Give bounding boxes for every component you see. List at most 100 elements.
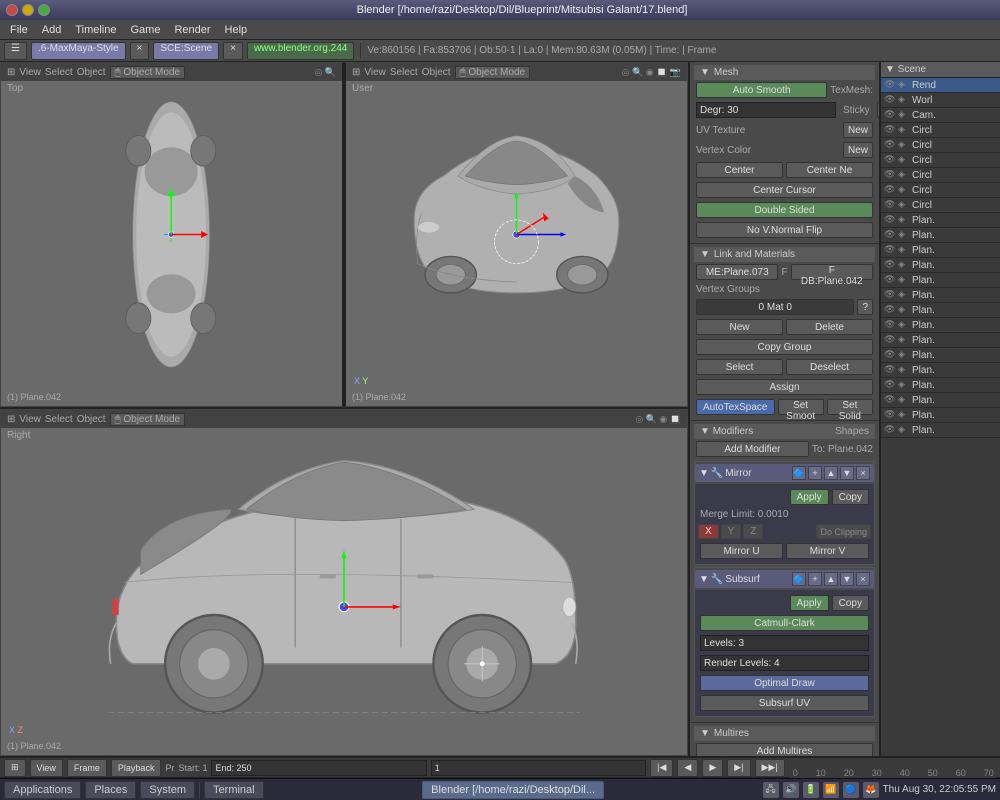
viewport-bottom[interactable]: ⊞ View Select Object 🖱 Object Mode ◎ 🔍 ◉… (0, 409, 688, 756)
obj-list-item-17[interactable]: 👁 ◈ Plan. (881, 333, 1000, 348)
obj-list-item-4[interactable]: 👁 ◈ Circl (881, 138, 1000, 153)
obj-eye-icon[interactable]: 👁 (884, 319, 896, 331)
viewport-top-left[interactable]: ⊞ View Select Object 🖱 Object Mode ◎ 🔍 T… (0, 62, 344, 407)
timeline-next-btn[interactable]: ▶| (727, 759, 750, 777)
obj-eye-icon[interactable]: 👁 (884, 169, 896, 181)
obj-eye-icon[interactable]: 👁 (884, 289, 896, 301)
obj-list-item-2[interactable]: 👁 ◈ Cam. (881, 108, 1000, 123)
maximize-button[interactable] (38, 4, 50, 16)
timeline-skip-start-btn[interactable]: |◀ (650, 759, 673, 777)
obj-list-item-8[interactable]: 👁 ◈ Circl (881, 198, 1000, 213)
add-multires-btn[interactable]: Add Multires (696, 743, 873, 756)
timeline-end-input[interactable] (211, 760, 426, 776)
obj-list-item-21[interactable]: 👁 ◈ Plan. (881, 393, 1000, 408)
system-menu[interactable]: System (140, 781, 195, 799)
obj-eye-icon[interactable]: 👁 (884, 139, 896, 151)
timeline-icon[interactable]: ⊞ (4, 759, 26, 777)
obj-eye-icon[interactable]: 👁 (884, 394, 896, 406)
subsurf-btn2[interactable]: + (808, 572, 822, 586)
vp-object-btn3[interactable]: Object (77, 414, 106, 425)
mirror-copy-btn[interactable]: Copy (832, 489, 869, 505)
subsurf-btn4[interactable]: ▼ (840, 572, 854, 586)
minimize-button[interactable] (22, 4, 34, 16)
vp-select-btn3[interactable]: Select (45, 414, 73, 425)
obj-eye-icon[interactable]: 👁 (884, 154, 896, 166)
catmull-btn[interactable]: Catmull-Clark (700, 615, 869, 631)
obj-list-item-5[interactable]: 👁 ◈ Circl (881, 153, 1000, 168)
obj-eye-icon[interactable]: 👁 (884, 124, 896, 136)
assign-btn[interactable]: Assign (696, 379, 873, 395)
obj-list-item-11[interactable]: 👁 ◈ Plan. (881, 243, 1000, 258)
me-plane-btn[interactable]: ME:Plane.073 (696, 264, 778, 280)
subsurf-btn1[interactable]: 🔷 (792, 572, 806, 586)
obj-eye-icon[interactable]: 👁 (884, 304, 896, 316)
scene-selector[interactable]: SCE:Scene (153, 42, 219, 60)
obj-eye-icon[interactable]: 👁 (884, 409, 896, 421)
obj-eye-icon[interactable]: 👁 (884, 349, 896, 361)
obj-eye-icon[interactable]: 👁 (884, 79, 896, 91)
mirror-btn3[interactable]: ▲ (824, 466, 838, 480)
menu-render[interactable]: Render (168, 23, 216, 37)
obj-eye-icon[interactable]: 👁 (884, 94, 896, 106)
obj-list-item-14[interactable]: 👁 ◈ Plan. (881, 288, 1000, 303)
menu-help[interactable]: Help (219, 23, 254, 37)
obj-list-item-3[interactable]: 👁 ◈ Circl (881, 123, 1000, 138)
do-clipping-btn[interactable]: Do Clipping (816, 524, 871, 539)
obj-eye-icon[interactable]: 👁 (884, 274, 896, 286)
vp-select-btn2[interactable]: Select (390, 67, 418, 78)
vp-object-btn[interactable]: Object (77, 67, 106, 78)
obj-list-item-1[interactable]: 👁 ◈ Worl (881, 93, 1000, 108)
menu-file[interactable]: File (4, 23, 34, 37)
obj-list-item-19[interactable]: 👁 ◈ Plan. (881, 363, 1000, 378)
vp-mode-selector3[interactable]: 🖱 Object Mode (110, 413, 185, 426)
mirror-btn4[interactable]: ▼ (840, 466, 854, 480)
optimal-draw-btn[interactable]: Optimal Draw (700, 675, 869, 691)
obj-eye-icon[interactable]: 👁 (884, 199, 896, 211)
obj-list-item-0[interactable]: 👁 ◈ Rend (881, 78, 1000, 93)
blender-taskbar-btn[interactable]: Blender [/home/razi/Desktop/Dil... (422, 781, 604, 799)
vc-new-btn[interactable]: New (843, 142, 873, 158)
subsurf-close-btn[interactable]: × (856, 572, 870, 586)
mirror-btn2[interactable]: + (808, 466, 822, 480)
menu-add[interactable]: Add (36, 23, 68, 37)
applications-menu[interactable]: Applications (4, 781, 81, 799)
timeline-view-btn[interactable]: View (30, 759, 63, 777)
viewport-top-right[interactable]: ⊞ View Select Object 🖱 Object Mode ◎ 🔍 ◉… (344, 62, 688, 407)
mirror-u-btn[interactable]: Mirror U (700, 543, 783, 559)
timeline-prev-btn[interactable]: ◀ (677, 759, 698, 777)
multires-header[interactable]: ▼ Multires (694, 726, 875, 741)
timeline-play-btn[interactable]: ▶ (702, 759, 723, 777)
obj-eye-icon[interactable]: 👁 (884, 229, 896, 241)
places-menu[interactable]: Places (85, 781, 136, 799)
obj-list-item-23[interactable]: 👁 ◈ Plan. (881, 423, 1000, 438)
timeline-playback-btn[interactable]: Playback (111, 759, 162, 777)
timeline-current-input[interactable] (431, 760, 646, 776)
terminal-btn[interactable]: Terminal (204, 781, 264, 799)
render-levels-input[interactable] (700, 655, 869, 671)
autotex-btn[interactable]: AutoTexSpace (696, 399, 775, 415)
close-style[interactable]: × (130, 42, 150, 60)
copy-group-btn[interactable]: Copy Group (696, 339, 873, 355)
obj-list-item-10[interactable]: 👁 ◈ Plan. (881, 228, 1000, 243)
set-solid-btn[interactable]: Set Solid (827, 399, 873, 415)
obj-eye-icon[interactable]: 👁 (884, 244, 896, 256)
vp-view-btn3[interactable]: View (19, 414, 41, 425)
obj-eye-icon[interactable]: 👁 (884, 334, 896, 346)
deg-input[interactable] (696, 102, 836, 118)
obj-list-item-18[interactable]: 👁 ◈ Plan. (881, 348, 1000, 363)
menu-timeline[interactable]: Timeline (69, 23, 122, 37)
style-selector[interactable]: .6-MaxMaya-Style (31, 42, 126, 60)
subsurf-apply-btn[interactable]: Apply (790, 595, 829, 611)
timeline-ruler[interactable]: 0102030405060708090100110120130140150160… (789, 758, 996, 778)
x-btn[interactable]: X (698, 524, 719, 539)
center-cursor-btn[interactable]: Center Cursor (696, 182, 873, 198)
vp-mode-selector2[interactable]: 🖱 Object Mode (455, 66, 530, 79)
obj-list-item-6[interactable]: 👁 ◈ Circl (881, 168, 1000, 183)
obj-list-item-20[interactable]: 👁 ◈ Plan. (881, 378, 1000, 393)
vp-view-btn[interactable]: View (19, 67, 41, 78)
z-btn[interactable]: Z (743, 524, 763, 539)
obj-list-item-13[interactable]: 👁 ◈ Plan. (881, 273, 1000, 288)
no-vn-btn[interactable]: No V.Normal Flip (696, 222, 873, 238)
subsurf-uv-btn[interactable]: Subsurf UV (700, 695, 869, 711)
mirror-apply-btn[interactable]: Apply (790, 489, 829, 505)
